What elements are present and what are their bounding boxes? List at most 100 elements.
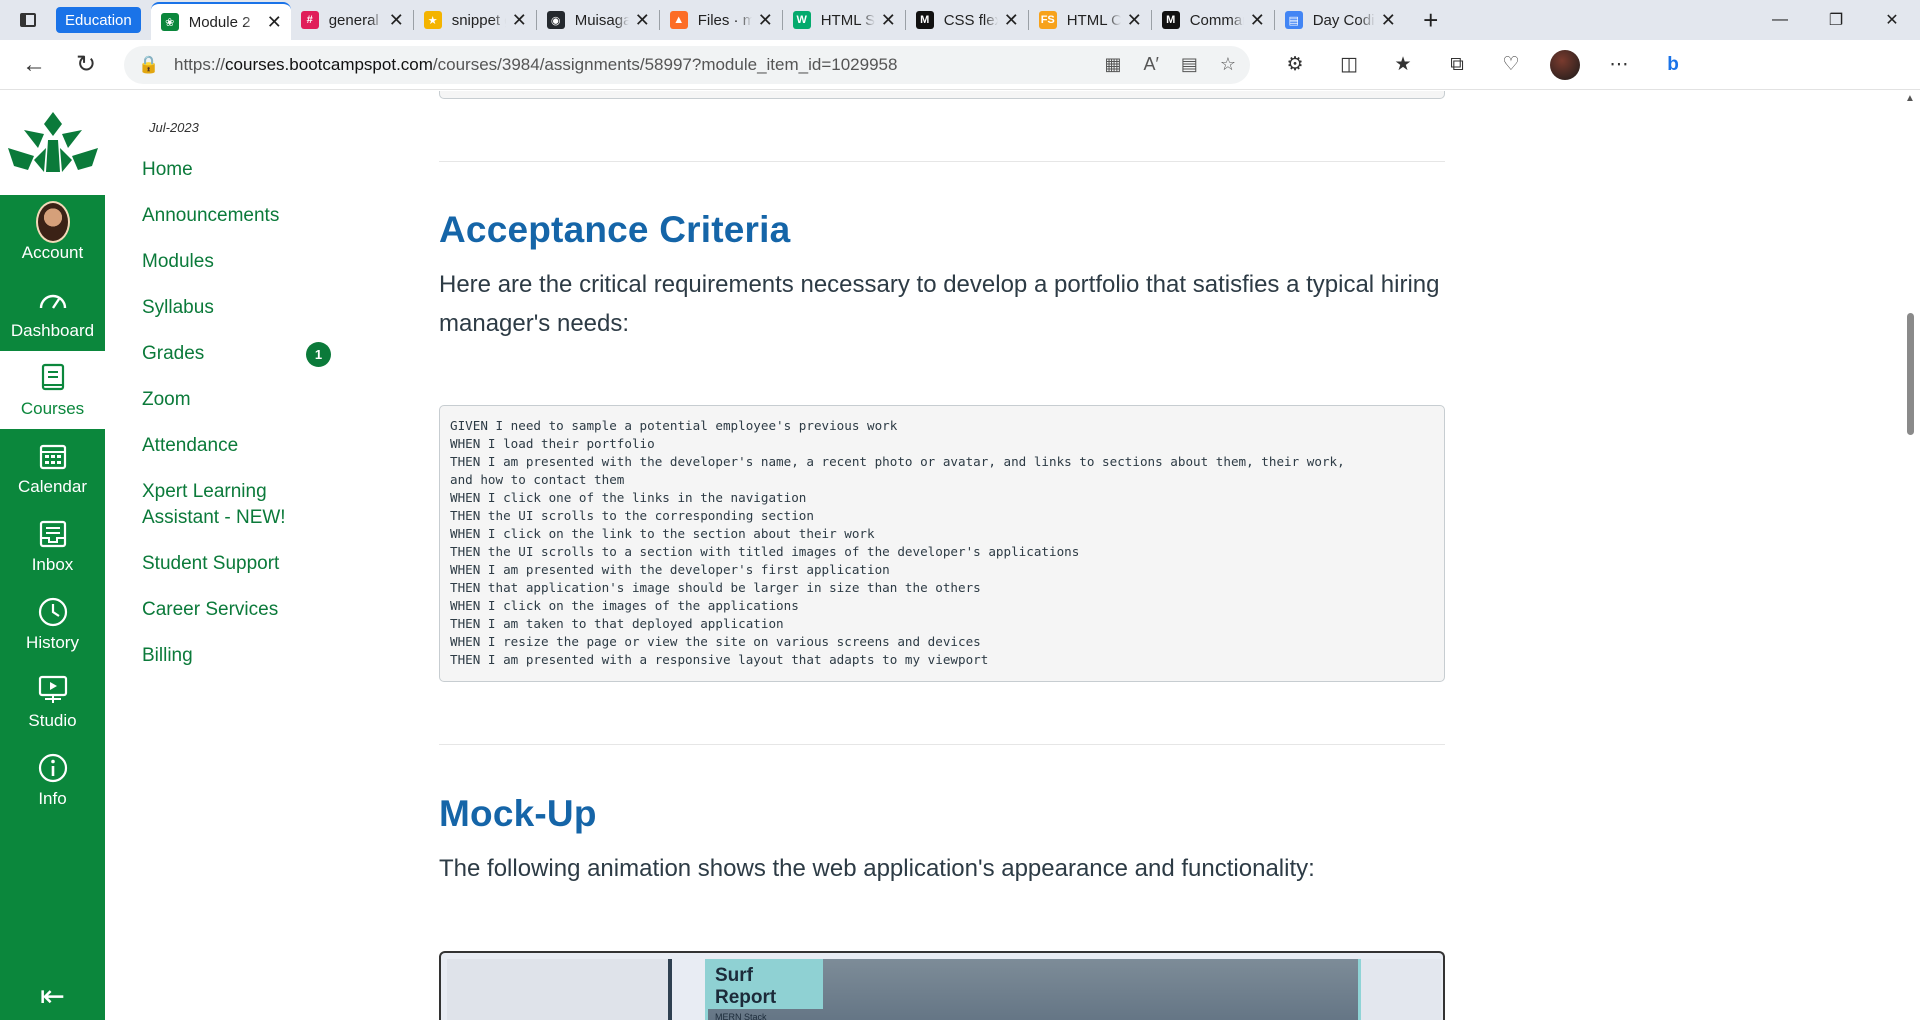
close-tab-icon[interactable]: ✕ — [512, 10, 527, 31]
url-path: /courses/3984/assignments/58997?module_i… — [432, 54, 898, 74]
tab-title: Files · mai — [697, 11, 752, 29]
favorites-icon[interactable]: ★ — [1376, 53, 1430, 76]
global-nav-history[interactable]: History — [0, 585, 105, 663]
github-icon: ◉ — [546, 11, 565, 29]
course-nav-item[interactable]: Announcements — [142, 203, 342, 229]
global-nav-label: History — [26, 633, 79, 652]
course-nav-label: Xpert Learning Assistant - NEW! — [142, 481, 286, 528]
previous-code-block — [439, 91, 1445, 99]
settings-more-icon[interactable]: ⋯ — [1592, 53, 1646, 76]
apps-icon[interactable]: ▦ — [1104, 54, 1121, 75]
inbox-icon — [36, 517, 70, 551]
split-screen-icon[interactable]: ◫ — [1322, 53, 1376, 76]
close-tab-icon[interactable]: ✕ — [1381, 10, 1396, 31]
avatar-icon — [35, 201, 70, 243]
global-nav-label: Inbox — [31, 555, 74, 574]
course-nav-item[interactable]: Modules — [142, 249, 342, 275]
minimize-icon[interactable]: — — [1752, 0, 1808, 40]
tab-title: Muisagara — [574, 11, 629, 29]
close-tab-icon[interactable]: ✕ — [1250, 10, 1265, 31]
tab-actions-icon[interactable] — [0, 0, 56, 40]
course-nav-label: Student Support — [142, 553, 280, 574]
global-nav-info[interactable]: Info — [0, 741, 105, 819]
collapse-nav-icon[interactable]: ⇤ — [0, 979, 105, 1014]
tab-title: HTML Che — [1066, 11, 1121, 29]
course-nav-item[interactable]: Xpert Learning Assistant - NEW! — [142, 479, 342, 531]
course-nav-label: Billing — [142, 645, 193, 666]
course-nav-item[interactable]: Billing — [142, 643, 342, 669]
close-tab-icon[interactable]: ✕ — [1127, 10, 1142, 31]
close-tab-icon[interactable]: ✕ — [635, 10, 650, 31]
course-nav-item[interactable]: Attendance — [142, 433, 342, 459]
browser-tab[interactable]: ▲ Files · mai ✕ — [660, 0, 782, 40]
mockup-subtitle: MERN Stack — [715, 1012, 767, 1020]
course-nav-item[interactable]: Student Support — [142, 551, 342, 577]
address-toolbar: ← ↻ 🔒 https://courses.bootcampspot.com/c… — [0, 40, 1920, 90]
browser-tab[interactable]: ★ snippet ge ✕ — [414, 0, 536, 40]
close-tab-icon[interactable]: ✕ — [881, 10, 896, 31]
browser-tab[interactable]: ◉ Muisagara ✕ — [537, 0, 659, 40]
bootcamp-logo[interactable] — [0, 91, 105, 195]
global-nav-inbox[interactable]: Inbox — [0, 507, 105, 585]
scrollbar-thumb[interactable] — [1907, 313, 1914, 435]
course-nav-item[interactable]: Grades 1 — [142, 341, 342, 367]
global-nav-label: Dashboard — [10, 321, 95, 340]
close-tab-icon[interactable]: ✕ — [758, 10, 773, 31]
browser-tab[interactable]: # general - U ✕ — [291, 0, 413, 40]
course-nav-item[interactable]: Zoom — [142, 387, 342, 413]
browser-tab[interactable]: FS HTML Che ✕ — [1029, 0, 1151, 40]
course-nav-item[interactable]: Syllabus — [142, 295, 342, 321]
global-nav-label: Calendar — [18, 477, 87, 496]
close-tab-icon[interactable]: ✕ — [1004, 10, 1019, 31]
lock-icon[interactable]: 🔒 — [138, 55, 160, 75]
browser-tab[interactable]: M Command ✕ — [1152, 0, 1274, 40]
close-window-icon[interactable]: ✕ — [1864, 0, 1920, 40]
course-nav-item[interactable]: Home — [142, 157, 342, 183]
immersive-reader-icon[interactable]: ▤ — [1181, 54, 1198, 75]
assignment-content: Acceptance Criteria Here are the critica… — [345, 91, 1900, 1020]
tab-title: Module 2 — [188, 13, 251, 31]
browser-essentials-icon[interactable]: ♡ — [1484, 53, 1538, 76]
browser-tab[interactable]: W HTML Sem ✕ — [783, 0, 905, 40]
global-nav-account[interactable]: Account — [0, 195, 105, 273]
extensions-icon[interactable]: ⚙ — [1268, 53, 1322, 76]
maximize-icon[interactable]: ❐ — [1808, 0, 1864, 40]
global-nav-calendar[interactable]: Calendar — [0, 429, 105, 507]
global-nav-studio[interactable]: Studio — [0, 663, 105, 741]
close-tab-icon[interactable]: ✕ — [389, 10, 404, 31]
tab-group-label[interactable]: Education — [56, 7, 141, 33]
scroll-up-icon[interactable]: ▲ — [1905, 93, 1915, 104]
global-nav: Account Dashboard Courses Calendar Inbox Hist… — [0, 91, 105, 1020]
collections-icon[interactable]: ⧉ — [1430, 54, 1484, 76]
term-label: Jul-2023 — [149, 120, 199, 135]
course-nav-label: Attendance — [142, 435, 239, 456]
browser-tab[interactable]: M CSS flexibl ✕ — [906, 0, 1028, 40]
course-nav-item[interactable]: Career Services — [142, 597, 342, 623]
read-aloud-icon[interactable]: A′ — [1143, 54, 1158, 75]
browser-tab[interactable]: ▤ Day Codin ✕ — [1275, 0, 1405, 40]
tab-title: Command — [1189, 11, 1244, 29]
tab-title: general - U — [328, 11, 383, 29]
copilot-icon[interactable]: b — [1646, 54, 1700, 76]
back-button[interactable]: ← — [8, 51, 60, 79]
global-nav-courses[interactable]: Courses — [0, 351, 105, 429]
browser-tab[interactable]: ❀ Module 2 ✕ — [150, 2, 291, 40]
w3-icon: W — [792, 11, 811, 29]
fs-icon: FS — [1038, 11, 1057, 29]
close-tab-icon[interactable]: ✕ — [267, 12, 282, 33]
mockup-title-card: Surf Report MERN Stack — [705, 959, 823, 1020]
profile-avatar[interactable] — [1538, 49, 1592, 80]
global-nav-dashboard[interactable]: Dashboard — [0, 273, 105, 351]
refresh-button[interactable]: ↻ — [60, 50, 112, 79]
favorite-star-icon[interactable]: ☆ — [1220, 54, 1236, 75]
new-tab-button[interactable]: + — [1411, 5, 1451, 36]
grades-count-badge: 1 — [306, 342, 331, 367]
m-icon: M — [1161, 11, 1180, 29]
acceptance-intro: Here are the critical requirements neces… — [439, 271, 1440, 337]
page-scrollbar[interactable]: ▲ — [1900, 91, 1920, 1020]
logo-icon — [7, 112, 98, 172]
course-nav-label: Home — [142, 159, 193, 180]
address-input[interactable]: 🔒 https://courses.bootcampspot.com/cours… — [124, 45, 1250, 84]
global-nav-label: Studio — [28, 711, 77, 730]
url-prefix: https:// — [174, 54, 226, 74]
